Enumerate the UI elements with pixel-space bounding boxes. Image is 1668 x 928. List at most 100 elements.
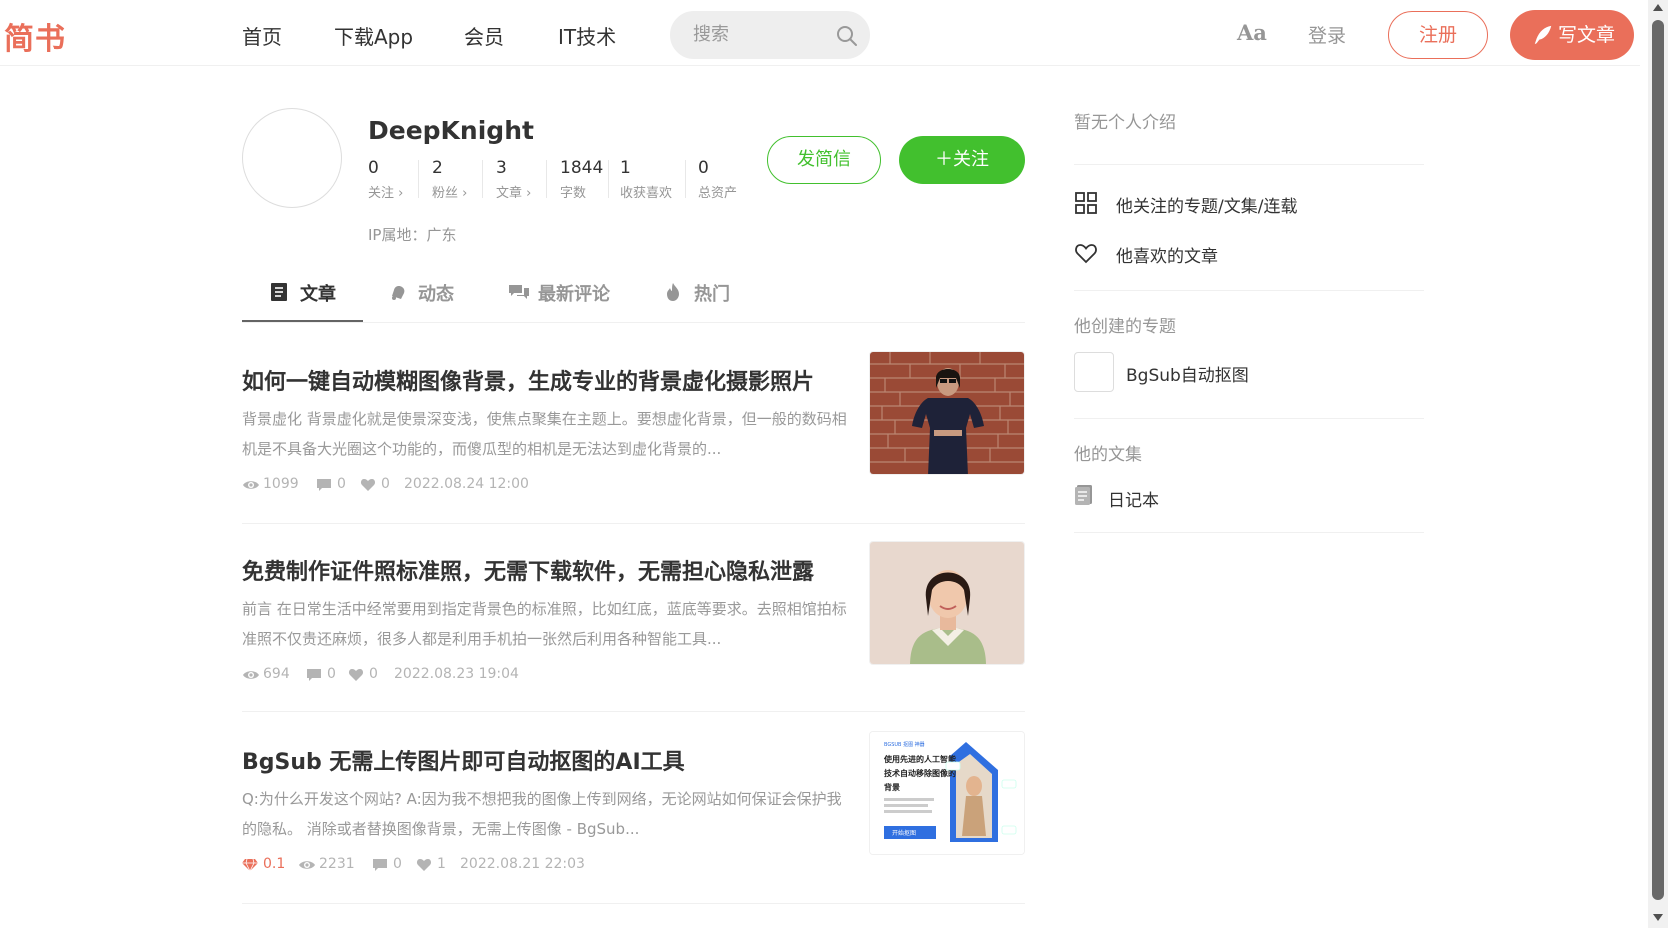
nav-home[interactable]: 首页 [242,21,282,50]
article-title[interactable]: 免费制作证件照标准照，无需下载软件，无需担心隐私泄露 [242,554,814,586]
grid-icon [1075,192,1097,214]
write-article-label: 写文章 [1558,24,1616,46]
bell-icon [392,286,405,300]
username[interactable]: DeepKnight [368,116,534,145]
stat-following-num: 0 [368,158,379,178]
article-thumbnail[interactable]: BGSUB 抠图 神器 使用先进的人工智能 技术自动移除图像的 背景 开始抠图 [869,731,1025,855]
stat-likes-label: 收获喜欢 [620,186,673,201]
stat-assets-label: 总资产 [698,186,738,201]
scroll-down-arrow-icon[interactable] [1653,914,1663,921]
date-value: 2022.08.23 19:04 [394,666,519,682]
sidebar-divider [1074,532,1424,533]
sidebar-divider [1074,290,1424,291]
tab-popular-label: 热门 [694,284,730,305]
comments-value: 0 [337,476,346,492]
send-message-button[interactable]: 发简信 [767,136,881,184]
thumbnail-bgsub-promo: BGSUB 抠图 神器 使用先进的人工智能 技术自动移除图像的 背景 开始抠图 [870,732,1024,854]
article-title[interactable]: 如何一键自动模糊图像背景，生成专业的背景虚化摄影照片 [242,364,814,396]
article-abstract: 背景虚化 背景虚化就是使景深变浅，使焦点聚集在主题上。要想虚化背景，但一般的数码… [242,410,847,458]
notebook-name: 日记本 [1108,491,1159,511]
stat-followers-num: 2 [432,158,443,178]
heart-icon [416,859,432,871]
article-item: 免费制作证件照标准照，无需下载软件，无需担心隐私泄露 前言 在日常生活中经常要用… [242,541,1025,712]
article-title[interactable]: BgSub 无需上传图片即可自动抠图的AI工具 [242,744,685,776]
article-abstract: 前言 在日常生活中经常要用到指定背景色的标准照，比如红底，蓝底等要求。去照相馆拍… [242,600,847,648]
article-abstract: Q:为什么开发这个网站? A:因为我不想把我的图像上传到网络，无论网站如何保证会… [242,790,842,838]
write-article-button[interactable]: 写文章 [1510,10,1634,60]
stat-total-assets: 0 总资产 [698,158,737,201]
diamond-icon [242,858,258,872]
comments-value: 0 [327,666,336,682]
stat-articles-num: 3 [496,158,507,178]
stat-divider [418,160,419,198]
stat-followers[interactable]: 2 粉丝 › [432,158,467,201]
stat-articles-label: 文章 › [496,186,532,201]
eye-icon [243,671,259,679]
topic-name: BgSub自动抠图 [1126,366,1249,386]
eye-icon [299,861,315,869]
document-icon [271,283,287,301]
created-topics-title: 他创建的专题 [1074,317,1176,337]
article-thumbnail[interactable] [869,351,1025,475]
nav-membership[interactable]: 会员 [464,21,504,50]
comment-icon [373,859,387,871]
stat-words-num: 1844 [560,158,604,178]
likes-value: 0 [369,666,378,682]
scrollbar-thumb[interactable] [1652,20,1664,900]
heart-icon [348,669,364,681]
likes-value: 1 [437,856,446,872]
nav-download-app[interactable]: 下载App [334,21,413,50]
personal-intro: 暂无个人介绍 [1074,113,1176,133]
likes-value: 0 [381,476,390,492]
stat-following[interactable]: 0 关注 › [368,158,403,201]
topic-cover [1074,352,1114,392]
stat-likes-num: 1 [620,158,631,178]
search-input[interactable] [693,24,823,45]
stat-articles[interactable]: 3 文章 › [496,158,531,201]
sidebar-divider [1074,418,1424,419]
promo-line-2: 技术自动移除图像的 [884,768,956,778]
comment-icon [307,669,321,681]
comments-value: 0 [393,856,402,872]
active-tab-indicator [242,320,363,322]
thumbnail-woman-brick-wall [870,352,1024,474]
scroll-up-arrow-icon[interactable] [1653,4,1663,11]
article-item: 如何一键自动模糊图像背景，生成专业的背景虚化摄影照片 背景虚化 背景虚化就是使景… [242,351,1025,524]
page-scrollbar[interactable] [1648,0,1668,928]
comments-icon [509,285,529,299]
avatar[interactable] [242,108,342,208]
stat-following-label: 关注 › [368,186,404,201]
heart-icon [1075,244,1097,264]
stat-divider [546,160,547,198]
promo-line-1: 使用先进的人工智能 [883,754,956,764]
login-link[interactable]: 登录 [1308,21,1346,48]
signup-button[interactable]: 注册 [1388,11,1488,59]
profile-tabs: 文章 动态 最新评论 热门 [242,270,1025,323]
sidebar-followed-label: 他关注的专题/文集/连载 [1116,197,1298,217]
jianshu-logo[interactable]: 简书 [4,14,66,58]
nav-it-tech[interactable]: IT技术 [558,21,616,50]
ip-location: IP属地：广东 [368,226,457,244]
promo-button: 开始抠图 [892,829,916,837]
views-value: 1099 [263,476,299,492]
tab-activity-label: 动态 [418,284,454,305]
thumbnail-id-photo-woman [870,542,1024,664]
stat-divider [608,160,609,198]
search-icon[interactable] [835,24,859,48]
tab-latest-comments-label: 最新评论 [538,284,610,305]
date-value: 2022.08.21 22:03 [460,856,585,872]
notebooks-title: 他的文集 [1074,445,1142,465]
stat-assets-num: 0 [698,158,709,178]
stat-words: 1844 字数 [560,158,603,201]
search-box [670,11,870,59]
views-value: 694 [263,666,290,682]
font-size-toggle[interactable]: Aa [1237,20,1267,45]
stat-followers-label: 粉丝 › [432,186,468,201]
stat-divider [482,160,483,198]
heart-icon [360,479,376,491]
stat-divider [685,160,686,198]
notebook-icon [1075,485,1092,505]
follow-button[interactable]: ＋关注 [899,136,1025,184]
views-value: 2231 [319,856,355,872]
article-thumbnail[interactable] [869,541,1025,665]
